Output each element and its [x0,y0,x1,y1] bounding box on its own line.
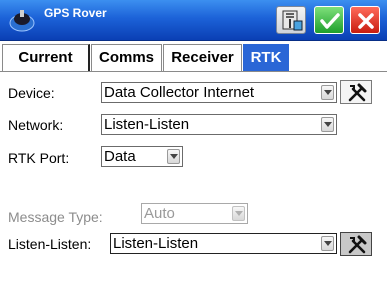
device-label: Device: [8,85,55,101]
checkmark-icon [320,13,340,29]
message-type-select: Auto [141,203,248,224]
chevron-down-icon[interactable] [321,117,334,132]
listen-listen-select[interactable]: Listen-Listen [110,233,337,254]
close-button[interactable] [350,6,380,34]
survey-tool-icon [282,10,303,31]
chevron-down-icon [232,206,245,221]
tab-rtk[interactable]: RTK [243,44,289,71]
tab-current[interactable]: Current [2,44,90,71]
network-value: Listen-Listen [104,116,190,133]
listen-listen-value: Listen-Listen [113,235,199,252]
tab-comms[interactable]: Comms [91,44,162,71]
chevron-down-icon[interactable] [321,236,334,251]
chevron-down-icon[interactable] [167,149,180,164]
rtk-port-label: RTK Port: [8,150,70,166]
title-bar: GPS Rover [0,0,387,41]
device-settings-button[interactable] [340,80,372,104]
chevron-down-icon[interactable] [321,85,334,100]
gps-satellite-icon [8,7,36,33]
device-select[interactable]: Data Collector Internet [101,82,337,103]
rtk-port-select[interactable]: Data [101,146,183,167]
listen-listen-settings-button[interactable] [340,232,372,256]
tab-divider [0,71,387,72]
device-value: Data Collector Internet [104,84,255,101]
survey-tool-button[interactable] [276,6,306,34]
message-type-value: Auto [144,205,175,222]
ok-button[interactable] [314,6,344,34]
hammer-wrench-icon [348,83,367,102]
hammer-wrench-icon [348,235,367,254]
window-title: GPS Rover [44,6,107,20]
tab-bar: Current Comms Receiver RTK [0,41,387,72]
network-select[interactable]: Listen-Listen [101,114,337,135]
message-type-label: Message Type: [8,209,103,225]
listen-listen-label: Listen-Listen: [8,236,92,252]
rtk-port-value: Data [104,148,136,165]
tab-receiver[interactable]: Receiver [163,44,242,71]
network-label: Network: [8,117,64,133]
close-x-icon [358,13,374,29]
